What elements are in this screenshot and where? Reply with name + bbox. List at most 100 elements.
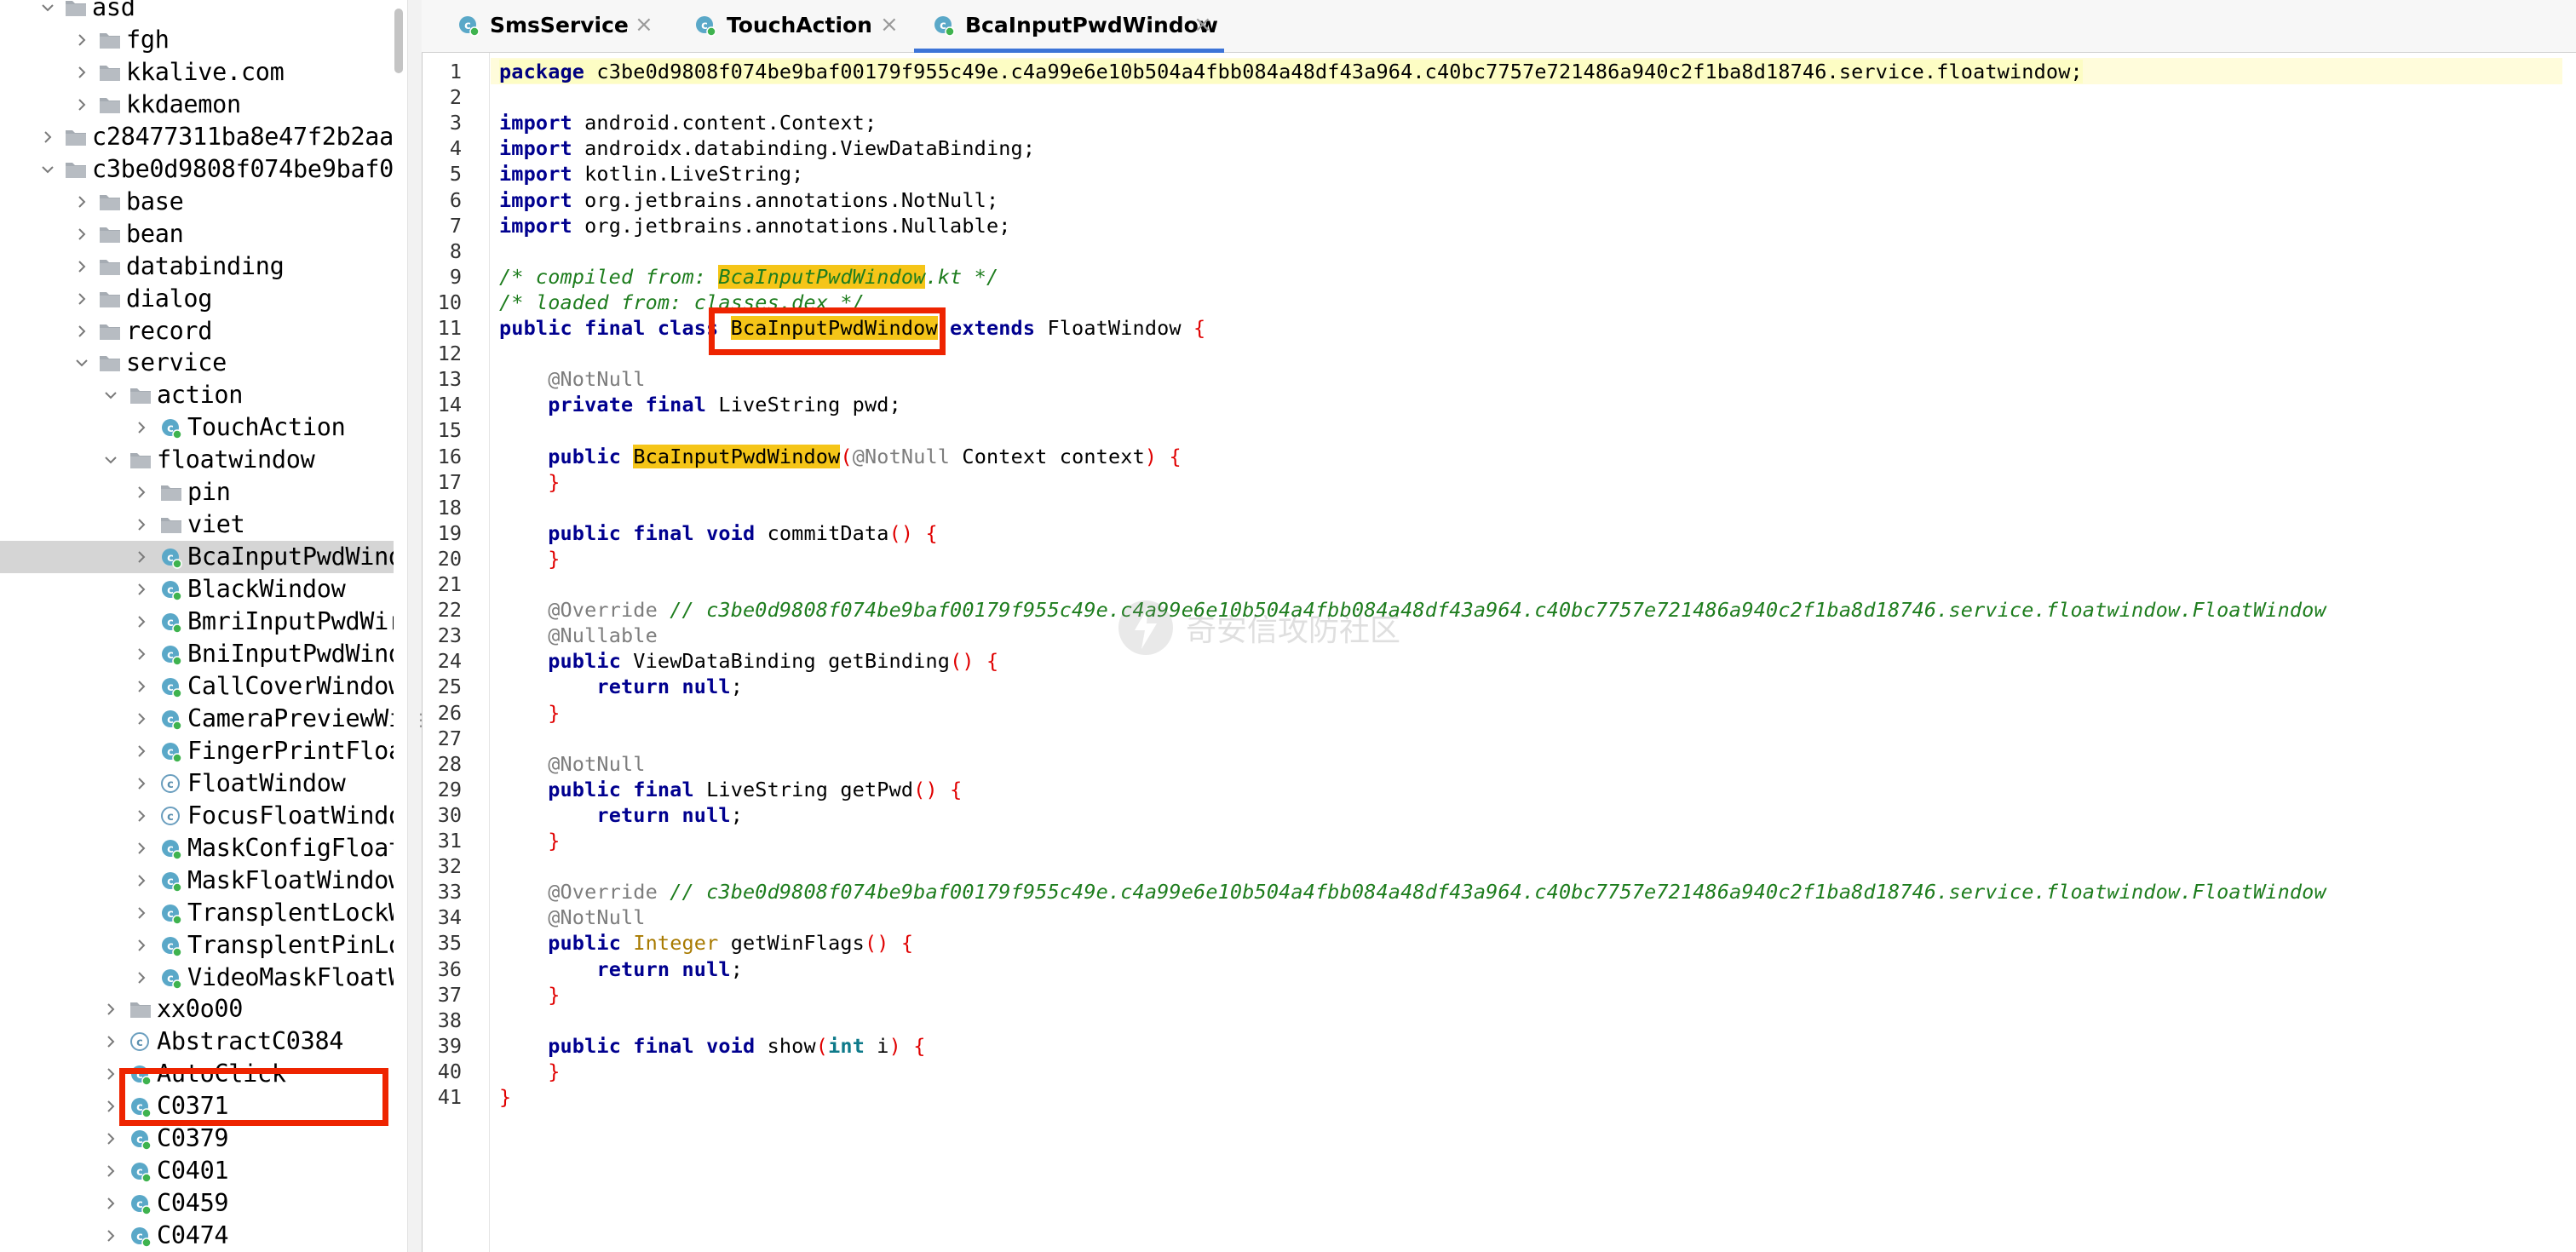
chevron-right-icon[interactable]: [133, 710, 150, 727]
tree-class-row[interactable]: c AbstractC0384: [0, 1025, 394, 1058]
tree-class-row[interactable]: c BlackWindow: [0, 573, 394, 606]
class-icon: c: [160, 612, 182, 634]
chevron-right-icon[interactable]: [133, 678, 150, 695]
editor-tab[interactable]: c SmsService ×: [439, 0, 653, 53]
tree-class-row[interactable]: c C0459: [0, 1187, 394, 1220]
tree-folder-row[interactable]: asd: [0, 0, 394, 24]
chevron-right-icon[interactable]: [133, 905, 150, 922]
code-token: {: [913, 520, 938, 545]
tree-class-row[interactable]: c CameraPreviewWi: [0, 703, 394, 735]
code-line: private final LiveString pwd;: [499, 392, 901, 417]
chevron-right-icon[interactable]: [133, 581, 150, 598]
chevron-right-icon[interactable]: [73, 258, 90, 275]
tree-folder-row[interactable]: service: [0, 347, 394, 379]
chevron-down-icon[interactable]: [39, 0, 56, 16]
chevron-right-icon[interactable]: [102, 1065, 119, 1083]
tree-folder-row[interactable]: fgh: [0, 24, 394, 56]
chevron-right-icon[interactable]: [73, 64, 90, 81]
chevron-right-icon[interactable]: [133, 775, 150, 792]
tree-folder-row[interactable]: kkalive.com: [0, 56, 394, 89]
tree-class-row[interactable]: c MaskFloatWindow: [0, 864, 394, 897]
chevron-right-icon[interactable]: [133, 969, 150, 986]
chevron-right-icon[interactable]: [133, 937, 150, 954]
project-tree-scrollbar[interactable]: [394, 9, 403, 73]
chevron-right-icon[interactable]: [133, 548, 150, 566]
chevron-right-icon[interactable]: [102, 1195, 119, 1212]
tree-class-row[interactable]: c CallCoverWindow: [0, 670, 394, 703]
chevron-right-icon[interactable]: [133, 840, 150, 857]
tree-folder-row[interactable]: bean: [0, 218, 394, 250]
chevron-down-icon[interactable]: [39, 161, 56, 178]
chevron-right-icon[interactable]: [102, 1033, 119, 1050]
tree-folder-row[interactable]: pin: [0, 476, 394, 508]
code-token: return: [596, 675, 670, 699]
chevron-right-icon[interactable]: [102, 1163, 119, 1180]
tree-class-row[interactable]: c BmriInputPwdWir: [0, 606, 394, 638]
tree-folder-row[interactable]: databinding: [0, 250, 394, 283]
chevron-right-icon[interactable]: [102, 1098, 119, 1115]
chevron-right-icon[interactable]: [133, 613, 150, 630]
chevron-right-icon[interactable]: [133, 807, 150, 824]
tree-class-row[interactable]: c FocusFloatWindo: [0, 800, 394, 832]
chevron-right-icon[interactable]: [73, 323, 90, 340]
chevron-right-icon[interactable]: [73, 32, 90, 49]
tree-class-row[interactable]: c TransplentPinLo: [0, 929, 394, 962]
tree-class-row[interactable]: c TouchAction: [0, 411, 394, 444]
editor-scrollbar[interactable]: [2562, 53, 2576, 1252]
code-editor[interactable]: 1 2 3 4 5 6 7 8 9 10 11 12 13 14 15 16 17 18 19 20 21 22 23 24 2…: [422, 53, 2576, 1252]
chevron-right-icon[interactable]: [133, 743, 150, 760]
tree-folder-row[interactable]: base: [0, 186, 394, 218]
tree-folder-row[interactable]: action: [0, 379, 394, 411]
code-token: Integer: [633, 931, 719, 956]
chevron-right-icon[interactable]: [133, 419, 150, 436]
tree-class-row[interactable]: c BcaInputPwdWind: [0, 541, 394, 574]
project-tree[interactable]: asd fgh kkalive.com kkdaemon c28477311ba8e47…: [0, 0, 407, 1252]
chevron-down-icon[interactable]: [102, 451, 119, 468]
tree-class-row[interactable]: c MaskConfigFloat: [0, 832, 394, 864]
code-token: null: [681, 802, 731, 827]
watermark-text: 奇安信攻防社区: [1186, 613, 1401, 648]
tree-folder-row[interactable]: xx0o00: [0, 993, 394, 1025]
tree-folder-row[interactable]: dialog: [0, 283, 394, 315]
close-icon[interactable]: ×: [635, 11, 653, 38]
tree-folder-row[interactable]: viet: [0, 508, 394, 541]
code-line: }: [499, 828, 561, 853]
folder-icon: [99, 321, 121, 342]
tree-class-row[interactable]: c TransplentLockW: [0, 897, 394, 929]
chevron-down-icon[interactable]: [102, 387, 119, 404]
sidebar-splitter[interactable]: [407, 0, 422, 1252]
chevron-right-icon[interactable]: [39, 129, 56, 146]
tree-folder-row[interactable]: c28477311ba8e47f2b2aa: [0, 121, 394, 153]
tree-class-row[interactable]: c VideoMaskFloatW: [0, 962, 394, 994]
tree-class-row[interactable]: c FloatWindow: [0, 767, 394, 800]
chevron-right-icon[interactable]: [73, 96, 90, 113]
tree-folder-row[interactable]: floatwindow: [0, 444, 394, 476]
tree-item-label: BlackWindow: [187, 575, 346, 604]
tree-class-row[interactable]: c BniInputPwdWind: [0, 638, 394, 670]
code-token: return: [596, 956, 670, 981]
chevron-right-icon[interactable]: [133, 516, 150, 533]
tree-class-row[interactable]: c C0474: [0, 1220, 394, 1252]
tree-class-row[interactable]: c FingerPrintFloa: [0, 735, 394, 767]
tree-class-row[interactable]: c C0379: [0, 1123, 394, 1155]
line-number: 18: [437, 495, 462, 520]
tree-class-row[interactable]: c C0401: [0, 1155, 394, 1187]
tree-folder-row[interactable]: kkdaemon: [0, 89, 394, 121]
tree-folder-row[interactable]: c3be0d9808f074be9baf0: [0, 153, 394, 186]
tree-folder-row[interactable]: record: [0, 315, 394, 347]
chevron-right-icon[interactable]: [73, 290, 90, 307]
chevron-right-icon[interactable]: [73, 226, 90, 243]
chevron-right-icon[interactable]: [102, 1001, 119, 1018]
chevron-right-icon[interactable]: [133, 484, 150, 501]
chevron-right-icon[interactable]: [73, 193, 90, 210]
chevron-right-icon[interactable]: [133, 872, 150, 889]
editor-tab[interactable]: c BcaInputPwdWindow ×: [914, 0, 1224, 53]
editor-tab[interactable]: c TouchAction ×: [676, 0, 900, 53]
code-token: {: [974, 649, 999, 674]
chevron-right-icon[interactable]: [102, 1227, 119, 1244]
chevron-right-icon[interactable]: [133, 646, 150, 663]
close-icon[interactable]: ×: [1193, 11, 1212, 38]
chevron-down-icon[interactable]: [73, 354, 90, 371]
close-icon[interactable]: ×: [880, 11, 899, 38]
chevron-right-icon[interactable]: [102, 1130, 119, 1147]
